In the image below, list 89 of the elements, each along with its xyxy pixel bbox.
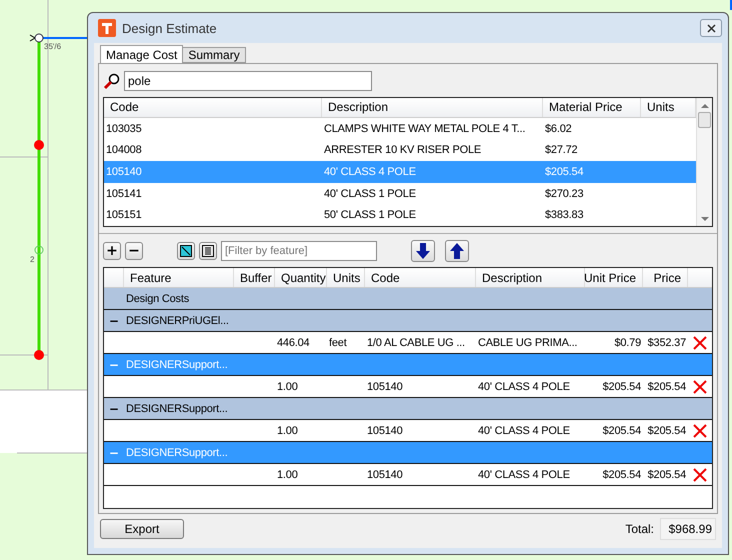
circuit-line bbox=[730, 0, 732, 10]
column-header[interactable]: Feature bbox=[124, 268, 234, 287]
close-icon bbox=[706, 24, 716, 32]
code-cell-text: 105140 bbox=[366, 380, 404, 392]
feature-cell-text: DESIGNERSupport... bbox=[125, 402, 229, 414]
quantity-cell-text: 1.00 bbox=[276, 424, 299, 436]
filter-field[interactable]: [Filter by feature] bbox=[221, 241, 377, 261]
code-cell-text: 104008 bbox=[105, 144, 143, 156]
group-row[interactable]: − DESIGNERSupport... bbox=[104, 398, 712, 420]
scroll-thumb[interactable] bbox=[698, 112, 711, 128]
column-header[interactable]: Buffer bbox=[234, 268, 275, 287]
description-cell-text: ARRESTER 10 KV RISER POLE bbox=[323, 144, 482, 156]
description-cell-text: CABLE UG PRIMA... bbox=[477, 336, 578, 348]
column-header[interactable]: Price bbox=[643, 268, 688, 287]
units-cell-text: feet bbox=[328, 336, 348, 348]
picture-frame-icon bbox=[180, 245, 192, 257]
price-cell-text: $383.83 bbox=[544, 209, 584, 222]
add-button[interactable]: + bbox=[103, 242, 121, 260]
delete-icon[interactable] bbox=[692, 378, 708, 394]
code-cell-text: 105140 bbox=[105, 166, 143, 178]
map-label: 35'/6 bbox=[44, 42, 62, 51]
price-cell-text: $205.54 bbox=[646, 468, 687, 480]
price-cell-text: $270.23 bbox=[544, 188, 584, 200]
description-cell-text: 40' CLASS 1 POLE bbox=[323, 188, 417, 200]
search-icon bbox=[103, 72, 121, 90]
quantity-cell-text: 446.04 bbox=[276, 336, 310, 348]
column-header[interactable]: Units bbox=[327, 268, 365, 287]
unit-price-cell-text: $205.54 bbox=[602, 468, 642, 480]
zoom-button[interactable] bbox=[177, 242, 195, 260]
code-cell-text: 103035 bbox=[105, 122, 143, 135]
remove-button[interactable]: − bbox=[125, 242, 143, 260]
total-label: Total: bbox=[625, 522, 654, 536]
column-header[interactable]: Quantity bbox=[275, 268, 327, 287]
price-cell-text: $205.54 bbox=[646, 380, 687, 392]
code-cell-text: 105140 bbox=[366, 424, 404, 436]
up-arrow-icon bbox=[450, 243, 464, 259]
description-cell-text: 40' CLASS 4 POLE bbox=[477, 424, 571, 436]
column-header[interactable]: Code bbox=[365, 268, 476, 287]
group-row[interactable]: − DESIGNERPriUGEl... bbox=[104, 310, 712, 332]
details-button[interactable] bbox=[199, 242, 217, 260]
column-header[interactable]: Material Price bbox=[543, 98, 641, 117]
collapse-toggle[interactable]: − bbox=[104, 314, 124, 328]
close-button[interactable] bbox=[700, 19, 722, 37]
app-icon bbox=[98, 19, 116, 37]
quantity-cell-text: 1.00 bbox=[276, 380, 299, 392]
code-cell-text: 105140 bbox=[366, 468, 404, 480]
column-header[interactable]: Code bbox=[104, 98, 322, 117]
unit-price-cell-text: $205.54 bbox=[602, 380, 642, 392]
category-label: Design Costs bbox=[125, 292, 190, 304]
delete-icon[interactable] bbox=[692, 466, 708, 482]
description-cell-text: 40' CLASS 4 POLE bbox=[477, 380, 571, 392]
description-cell-text: 40' CLASS 4 POLE bbox=[323, 166, 417, 178]
feature-cell-text: DESIGNERSupport... bbox=[125, 446, 229, 458]
column-header[interactable]: Description bbox=[322, 98, 543, 117]
unit-price-cell-text: $0.79 bbox=[613, 336, 642, 348]
unit-price-cell-text: $205.54 bbox=[602, 424, 642, 436]
map-label: 2 bbox=[30, 255, 34, 264]
description-cell-text: 40' CLASS 4 POLE bbox=[477, 468, 571, 480]
description-cell-text: 50' CLASS 1 POLE bbox=[323, 209, 417, 222]
move-up-button[interactable] bbox=[445, 240, 469, 262]
delete-icon[interactable] bbox=[692, 334, 708, 350]
scrollbar[interactable] bbox=[696, 98, 712, 226]
feature-cell-text: DESIGNERPriUGEl... bbox=[125, 314, 230, 326]
scroll-up-icon[interactable] bbox=[700, 103, 708, 109]
quantity-cell-text: 1.00 bbox=[276, 468, 299, 480]
tab[interactable]: Manage Cost bbox=[100, 45, 184, 63]
scroll-down-icon[interactable] bbox=[700, 216, 708, 222]
price-cell-text: $205.54 bbox=[544, 166, 584, 178]
search-field[interactable]: pole bbox=[124, 71, 372, 91]
down-arrow-icon bbox=[416, 243, 430, 259]
code-cell-text: 1/0 AL CABLE UG ... bbox=[366, 336, 466, 348]
collapse-toggle[interactable]: − bbox=[104, 402, 124, 416]
feature-cell-text: DESIGNERSupport... bbox=[125, 358, 229, 370]
move-down-button[interactable] bbox=[411, 240, 435, 262]
delete-icon[interactable] bbox=[692, 422, 708, 438]
list-icon bbox=[202, 245, 214, 257]
code-cell-text: 105151 bbox=[105, 209, 143, 222]
price-cell-text: $27.72 bbox=[544, 144, 578, 156]
price-cell-text: $6.02 bbox=[544, 122, 573, 135]
column-header[interactable]: Description bbox=[476, 268, 585, 287]
total-value: $968.99 bbox=[660, 518, 716, 540]
tab[interactable]: Summary bbox=[182, 47, 246, 63]
price-cell-text: $352.37 bbox=[646, 336, 687, 348]
code-cell-text: 105141 bbox=[105, 188, 143, 200]
window-title: Design Estimate bbox=[122, 20, 217, 36]
export-button[interactable]: Export bbox=[100, 519, 184, 539]
price-cell-text: $205.54 bbox=[646, 424, 687, 436]
description-cell-text: CLAMPS WHITE WAY METAL POLE 4 T... bbox=[323, 122, 526, 135]
column-header[interactable]: Unit Price bbox=[585, 268, 643, 287]
